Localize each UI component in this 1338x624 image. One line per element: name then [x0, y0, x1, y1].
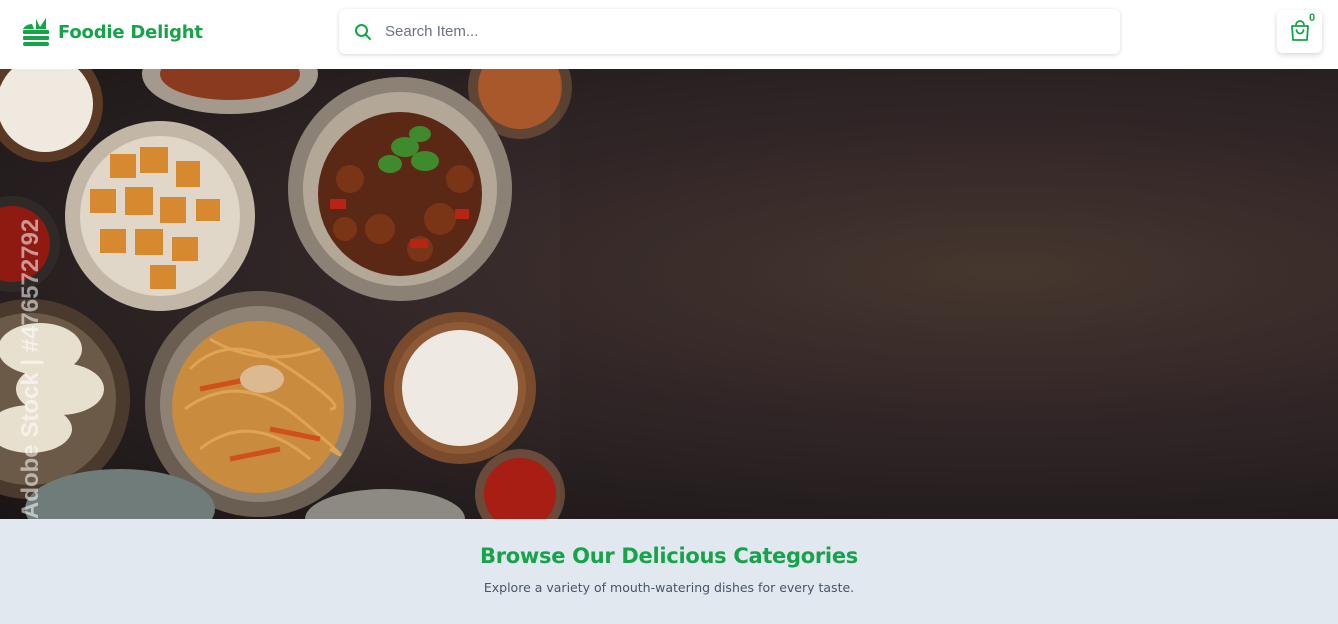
- search-icon[interactable]: [354, 23, 372, 41]
- cart-button[interactable]: 0: [1277, 10, 1322, 53]
- burger-icon: [23, 18, 49, 46]
- hero-food-image: Adobe Stock | #476572792: [0, 69, 1338, 519]
- brand-logo[interactable]: Foodie Delight: [22, 17, 203, 47]
- search-input[interactable]: [385, 9, 1085, 54]
- brand-name: Foodie Delight: [58, 21, 203, 43]
- hero-banner: Adobe Stock | #476572792: [0, 69, 1338, 519]
- search-bar: [339, 9, 1120, 54]
- categories-section: Browse Our Delicious Categories Explore …: [0, 519, 1338, 624]
- categories-subtitle: Explore a variety of mouth-watering dish…: [483, 580, 855, 595]
- shopping-bag-icon: [1291, 20, 1309, 41]
- hero-watermark: Adobe Stock | #476572792: [17, 219, 44, 519]
- cart-count-badge: 0: [1309, 12, 1316, 24]
- categories-title: Browse Our Delicious Categories: [480, 544, 858, 568]
- navbar: Foodie Delight 0: [0, 0, 1338, 69]
